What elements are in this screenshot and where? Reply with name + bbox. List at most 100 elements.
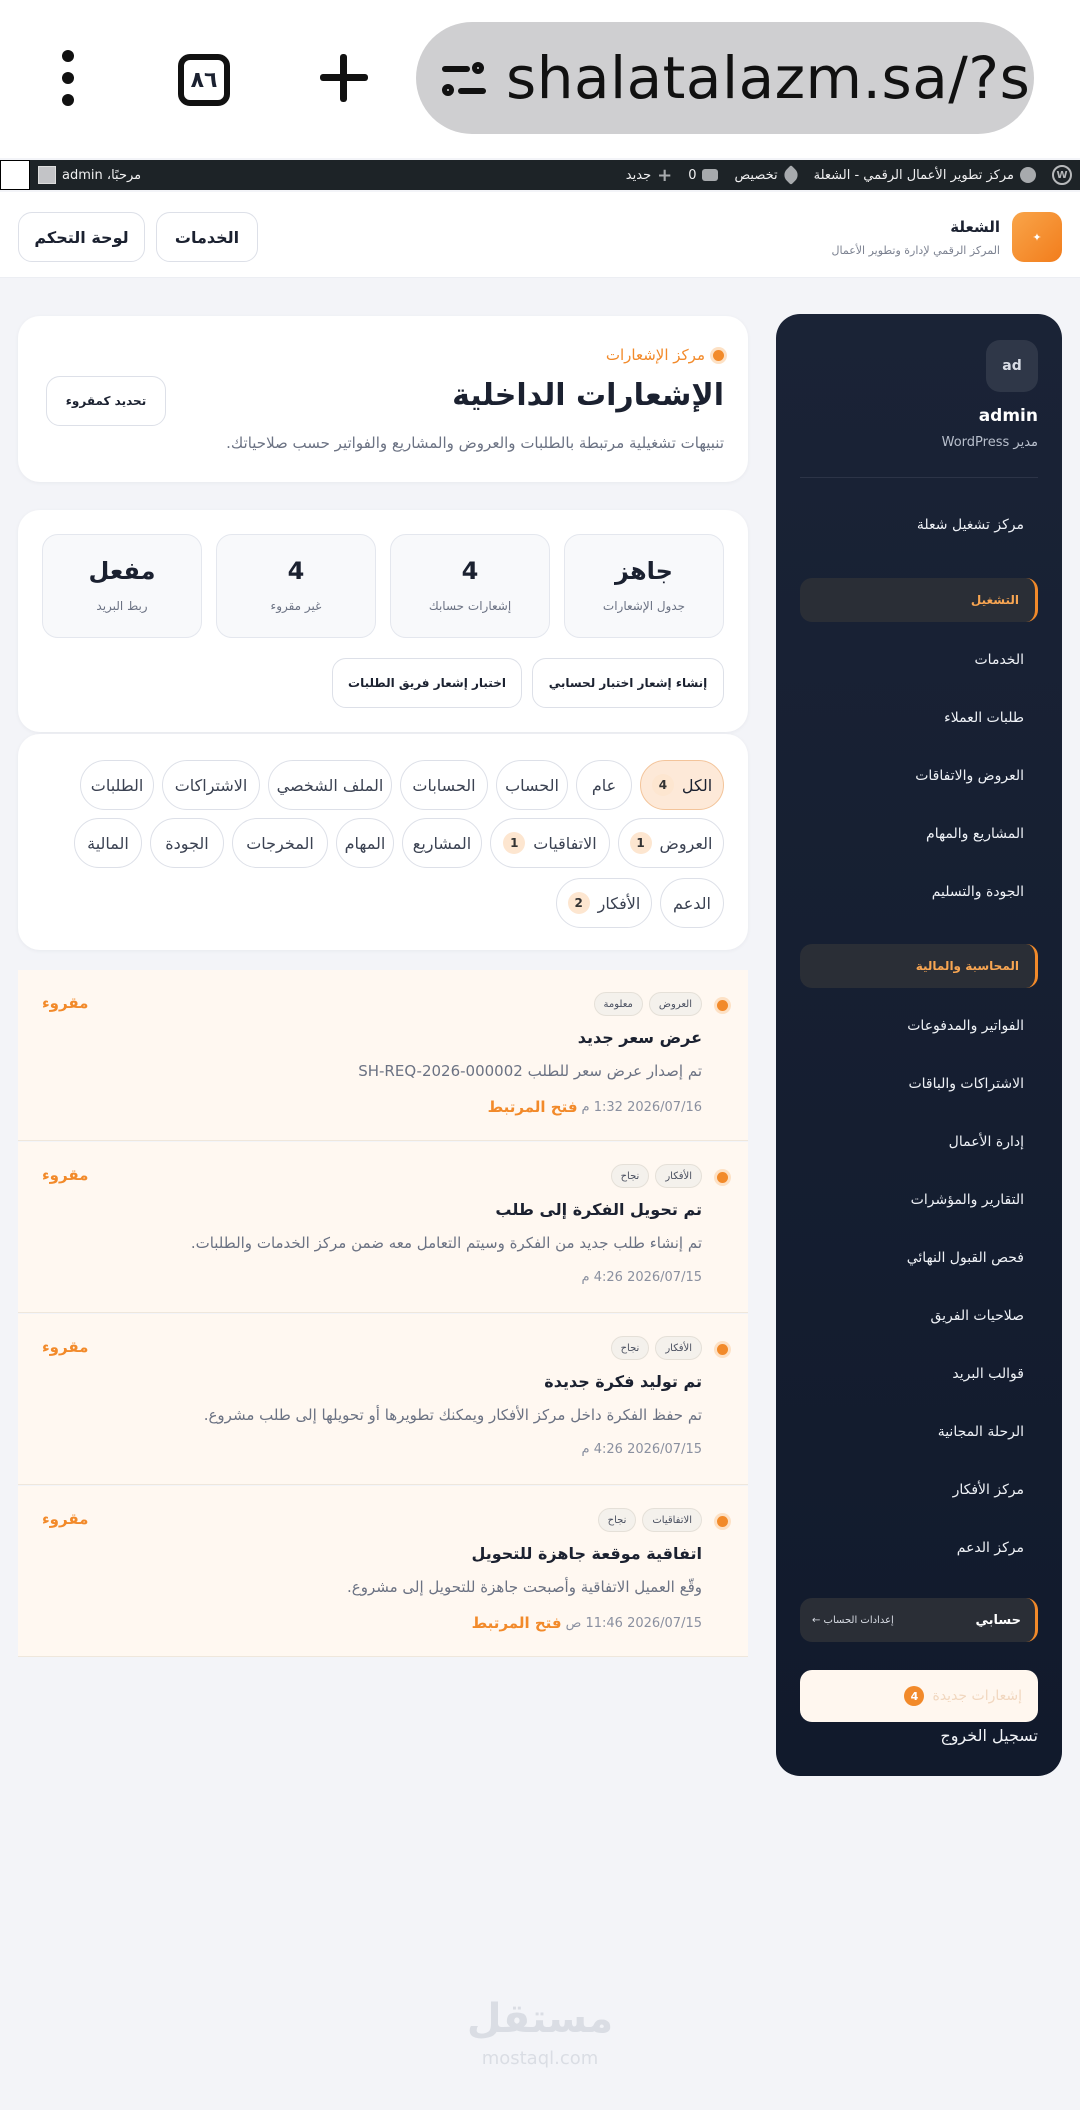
new-notifications-button[interactable]: إشعارات جديدة 4 <box>800 1670 1038 1722</box>
list-item[interactable]: العروض معلومة عرض سعر جديد تم إصدار عرض س… <box>18 970 748 1141</box>
eyebrow-label: مركز الإشعارات <box>605 346 705 364</box>
notification-title: اتفاقية موقعة جاهزة للتحويل <box>471 1544 702 1563</box>
sidebar-item-ideas[interactable]: مركز الأفكار <box>953 1482 1024 1498</box>
new-notifications-label: إشعارات جديدة <box>932 1688 1022 1704</box>
wordpress-icon: W <box>1052 165 1072 185</box>
watermark-domain: mostaql.com <box>481 2048 599 2069</box>
sidebar-item-services[interactable]: الخدمات <box>975 652 1025 668</box>
list-item[interactable]: الأفكار نجاح تم تحويل الفكرة إلى طلب تم إ… <box>18 1142 748 1313</box>
filter-general[interactable]: عام <box>576 760 632 810</box>
filter-tasks[interactable]: المهام <box>336 818 394 868</box>
type-tag: نجاح <box>610 1336 650 1360</box>
category-tag: الأفكار <box>655 1336 702 1360</box>
sidebar-item-final-acceptance[interactable]: فحص القبول النهائي <box>907 1250 1024 1266</box>
dashboard-icon <box>1020 167 1036 183</box>
services-button[interactable]: الخدمات <box>156 212 258 262</box>
list-item[interactable]: الأفكار نجاح تم توليد فكرة جديدة تم حفظ ا… <box>18 1314 748 1485</box>
filter-agreements[interactable]: الاتفاقيات 1 <box>490 818 610 868</box>
notification-description: تم إصدار عرض سعر للطلب SH-REQ-2026-00000… <box>358 1062 702 1080</box>
my-account-button[interactable]: حسابي إعدادات الحساب ← <box>800 1598 1038 1642</box>
stat-label: ربط البريد <box>96 599 148 613</box>
filter-subscriptions[interactable]: الاشتراكات <box>162 760 260 810</box>
tab-switcher-button[interactable]: ٨٦ <box>178 54 230 106</box>
address-bar[interactable]: shalatalazm.sa/?s <box>416 22 1034 134</box>
notification-title: تم تحويل الفكرة إلى طلب <box>495 1200 702 1219</box>
greeting-menu[interactable]: مرحبًا، admin <box>38 166 141 184</box>
sidebar-item-email-templates[interactable]: قوالب البريد <box>952 1366 1024 1382</box>
filter-offers[interactable]: العروض 1 <box>618 818 724 868</box>
sidebar-item-team-permissions[interactable]: صلاحيات الفريق <box>930 1308 1024 1324</box>
filter-support[interactable]: الدعم <box>660 878 724 928</box>
read-status: مقروء <box>42 994 89 1012</box>
customize-label: تخصيص <box>734 167 778 183</box>
url-text: shalatalazm.sa/?s <box>506 44 1031 112</box>
filter-account[interactable]: الحساب <box>496 760 568 810</box>
site-settings-icon[interactable] <box>442 60 486 100</box>
sidebar-item-subscriptions[interactable]: الاشتراكات والباقات <box>908 1076 1024 1092</box>
site-header: ✦ الشعلة المركز الرقمي لإدارة وتطوير الأ… <box>0 192 1080 278</box>
wp-logo-menu[interactable]: W <box>1052 165 1072 185</box>
list-item[interactable]: الاتفاقيات نجاح اتفاقية موقعة جاهزة للتحو… <box>18 1486 748 1657</box>
notification-date: 2026/07/15 4:26 م <box>581 1270 702 1285</box>
accent-dot-icon <box>713 349 724 361</box>
filter-label: الأفكار <box>597 893 641 913</box>
open-related-link[interactable]: فتح المرتبط <box>488 1098 578 1116</box>
create-test-notification-button[interactable]: إنشاء إشعار اختبار لحسابي <box>532 658 724 708</box>
filter-finance[interactable]: المالية <box>74 818 142 868</box>
type-tag: معلومة <box>593 992 643 1016</box>
sidebar-section-finance[interactable]: المحاسبة والمالية <box>800 944 1038 988</box>
stat-notifications-table: جاهز جدول الإشعارات <box>564 534 724 638</box>
sidebar-item-free-journey[interactable]: الرحلة المجانية <box>938 1424 1024 1440</box>
filter-requests[interactable]: الطلبات <box>80 760 154 810</box>
stat-label: غير مقروء <box>270 599 322 613</box>
filter-accounts[interactable]: الحسابات <box>400 760 488 810</box>
filter-all[interactable]: الكل 4 <box>640 760 724 810</box>
more-options-icon[interactable] <box>56 50 80 106</box>
tab-count: ٨٦ <box>190 67 218 93</box>
logout-link[interactable]: تسجيل الخروج <box>940 1726 1038 1745</box>
sidebar-item-offers[interactable]: العروض والاتفاقات <box>915 768 1024 784</box>
stats-card: جاهز جدول الإشعارات 4 إشعارات حسابك 4 غير م… <box>18 510 748 732</box>
sidebar-item-reports[interactable]: التقارير والمؤشرات <box>911 1192 1024 1208</box>
filter-ideas[interactable]: الأفكار 2 <box>556 878 652 928</box>
search-toggle[interactable] <box>0 160 30 190</box>
account-settings-link[interactable]: إعدادات الحساب ← <box>812 1615 894 1626</box>
read-status: مقروء <box>42 1338 89 1356</box>
new-tab-icon[interactable] <box>316 50 372 106</box>
page-title: الإشعارات الداخلية <box>452 378 724 413</box>
notification-date: 2026/07/15 11:46 ص <box>565 1615 702 1631</box>
test-requests-team-button[interactable]: اختبار إشعار فريق الطلبات <box>332 658 522 708</box>
new-content-menu[interactable]: + جديد <box>626 165 672 186</box>
dashboard-button[interactable]: لوحة التحكم <box>18 212 145 262</box>
sidebar-item-quality[interactable]: الجودة والتسليم <box>932 884 1024 900</box>
sidebar-item-invoices[interactable]: الفواتير والمدفوعات <box>907 1018 1024 1034</box>
mark-all-read-button[interactable]: تحديد كمقروء <box>46 376 166 426</box>
sidebar-item-support[interactable]: مركز الدعم <box>957 1540 1024 1556</box>
read-status: مقروء <box>42 1510 89 1528</box>
brand-name: الشعلة <box>950 217 1000 236</box>
site-name-menu[interactable]: مركز تطوير الأعمال الرقمي - الشعلة <box>814 167 1036 183</box>
sidebar-item-home[interactable]: مركز تشغيل شعلة <box>917 517 1024 533</box>
brand[interactable]: ✦ الشعلة المركز الرقمي لإدارة وتطوير الأ… <box>831 212 1062 262</box>
site-name-label: مركز تطوير الأعمال الرقمي - الشعلة <box>813 167 1014 183</box>
user-role: مدير WordPress <box>941 435 1038 450</box>
stat-value: مفعل <box>88 557 156 585</box>
page-header-card: مركز الإشعارات الإشعارات الداخلية تنبيها… <box>18 316 748 482</box>
sidebar-item-business[interactable]: إدارة الأعمال <box>949 1134 1024 1150</box>
filter-quality[interactable]: الجودة <box>150 818 224 868</box>
sidebar-section-operations[interactable]: التشغيل <box>800 578 1038 622</box>
sidebar-item-projects[interactable]: المشاريع والمهام <box>926 826 1024 842</box>
stat-value: جاهز <box>615 557 673 585</box>
stat-value: 4 <box>461 557 479 585</box>
comments-link[interactable]: 0 <box>688 168 719 183</box>
open-related-link[interactable]: فتح المرتبط <box>472 1614 562 1632</box>
filter-label: الكل <box>681 775 713 795</box>
notification-title: عرض سعر جديد <box>577 1028 702 1047</box>
filter-projects[interactable]: المشاريع <box>402 818 482 868</box>
stat-label: جدول الإشعارات <box>602 599 686 613</box>
customize-link[interactable]: تخصيص <box>734 165 801 185</box>
notification-date: 2026/07/16 1:32 م <box>581 1099 702 1115</box>
sidebar-item-client-requests[interactable]: طلبات العملاء <box>944 710 1024 726</box>
filter-profile[interactable]: الملف الشخصي <box>268 760 392 810</box>
filter-deliverables[interactable]: المخرجات <box>232 818 328 868</box>
